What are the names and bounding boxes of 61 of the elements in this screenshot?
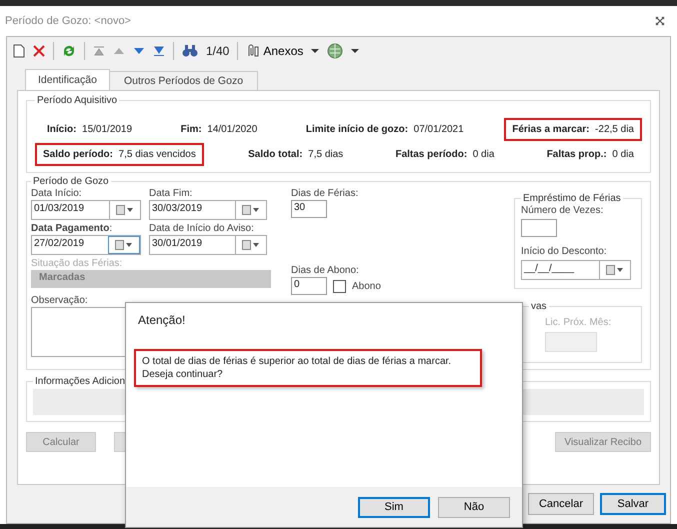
field-label: Início do Desconto:	[521, 245, 607, 258]
group-title: Empréstimo de Férias	[522, 193, 622, 204]
globe-icon[interactable]	[327, 43, 344, 59]
number-field[interactable]	[521, 219, 557, 237]
date-field[interactable]: 30/03/2019	[149, 200, 267, 220]
calendar-icon[interactable]	[242, 240, 260, 250]
field-label: Data Fim:	[149, 187, 192, 200]
field-label: Data de Início do Aviso:	[149, 222, 254, 235]
record-counter: 1/40	[206, 44, 230, 58]
field-label: Dias de Férias:	[291, 187, 358, 200]
date-field[interactable]: 30/01/2019	[149, 235, 267, 255]
number-field[interactable]: 30	[291, 200, 327, 218]
close-icon[interactable]	[655, 16, 665, 26]
field-label: Data Pagamento:	[31, 222, 112, 235]
field-label: Situação das Férias:	[31, 257, 122, 270]
summary-item: Faltas prop.: 0 dia	[546, 148, 635, 162]
date-field[interactable]: __/__/____	[521, 260, 631, 280]
window-title: Período de Gozo: <novo>	[5, 15, 131, 27]
highlighted-summary-item: Férias a marcar: -22,5 dia	[504, 118, 642, 141]
refresh-icon[interactable]	[62, 44, 76, 58]
field-label: Número de Vezes:	[521, 204, 604, 217]
date-field[interactable]: 27/02/2019	[31, 235, 141, 255]
new-document-icon[interactable]	[13, 44, 25, 58]
dialog-button[interactable]: Sim	[358, 496, 430, 518]
calendar-icon[interactable]	[116, 205, 134, 215]
dialog-button[interactable]: Não	[438, 496, 510, 518]
field-label: Data Início:	[31, 187, 82, 200]
checkbox-label: Abono	[352, 280, 381, 292]
dialog-message: O total de dias de férias é superior ao total de dias de férias a marcar. Deseja continuar?	[134, 349, 482, 387]
last-record-icon[interactable]	[153, 45, 165, 57]
summary-item: Início: 15/01/2019	[46, 123, 134, 137]
number-field[interactable]: 0	[291, 277, 327, 295]
checkbox[interactable]	[333, 280, 346, 292]
footer-button[interactable]: Cancelar	[528, 493, 594, 515]
input-field[interactable]	[545, 332, 597, 352]
field-label: Observação:	[31, 294, 88, 307]
attachment-icon	[246, 44, 260, 58]
calendar-icon[interactable]	[115, 240, 133, 250]
calendar-icon[interactable]	[606, 265, 624, 275]
highlighted-summary-item: Saldo período: 7,5 dias vencidos	[35, 143, 204, 166]
date-field[interactable]: 01/03/2019	[31, 200, 141, 220]
group-title: Período Aquisitivo	[36, 95, 118, 106]
summary-item: Saldo total: 7,5 dias	[247, 148, 344, 162]
delete-icon[interactable]	[33, 45, 45, 57]
summary-item: Fim: 14/01/2020	[180, 123, 258, 137]
summary-item: Faltas período: 0 dia	[394, 148, 496, 162]
summary-item: Limite início de gozo: 07/01/2021	[304, 123, 465, 137]
group-title: Período de Gozo	[32, 176, 110, 187]
group-title: Informações Adicion	[34, 376, 126, 387]
tab[interactable]: Identificação	[25, 69, 110, 90]
binoculars-icon[interactable]	[182, 44, 198, 58]
field-label: Dias de Abono:	[291, 264, 359, 277]
caret-icon[interactable]	[351, 48, 360, 54]
dialog-title: Atenção!	[137, 312, 186, 329]
calendar-icon[interactable]	[242, 205, 260, 215]
field-label: Lic. Próx. Mês:	[545, 316, 612, 329]
caret-icon[interactable]	[311, 48, 320, 54]
group-title: vas	[530, 301, 548, 312]
tab[interactable]: Outros Períodos de Gozo	[108, 71, 258, 90]
footer-button[interactable]: Salvar	[600, 493, 666, 515]
attachments-button[interactable]: Anexos	[246, 44, 304, 58]
